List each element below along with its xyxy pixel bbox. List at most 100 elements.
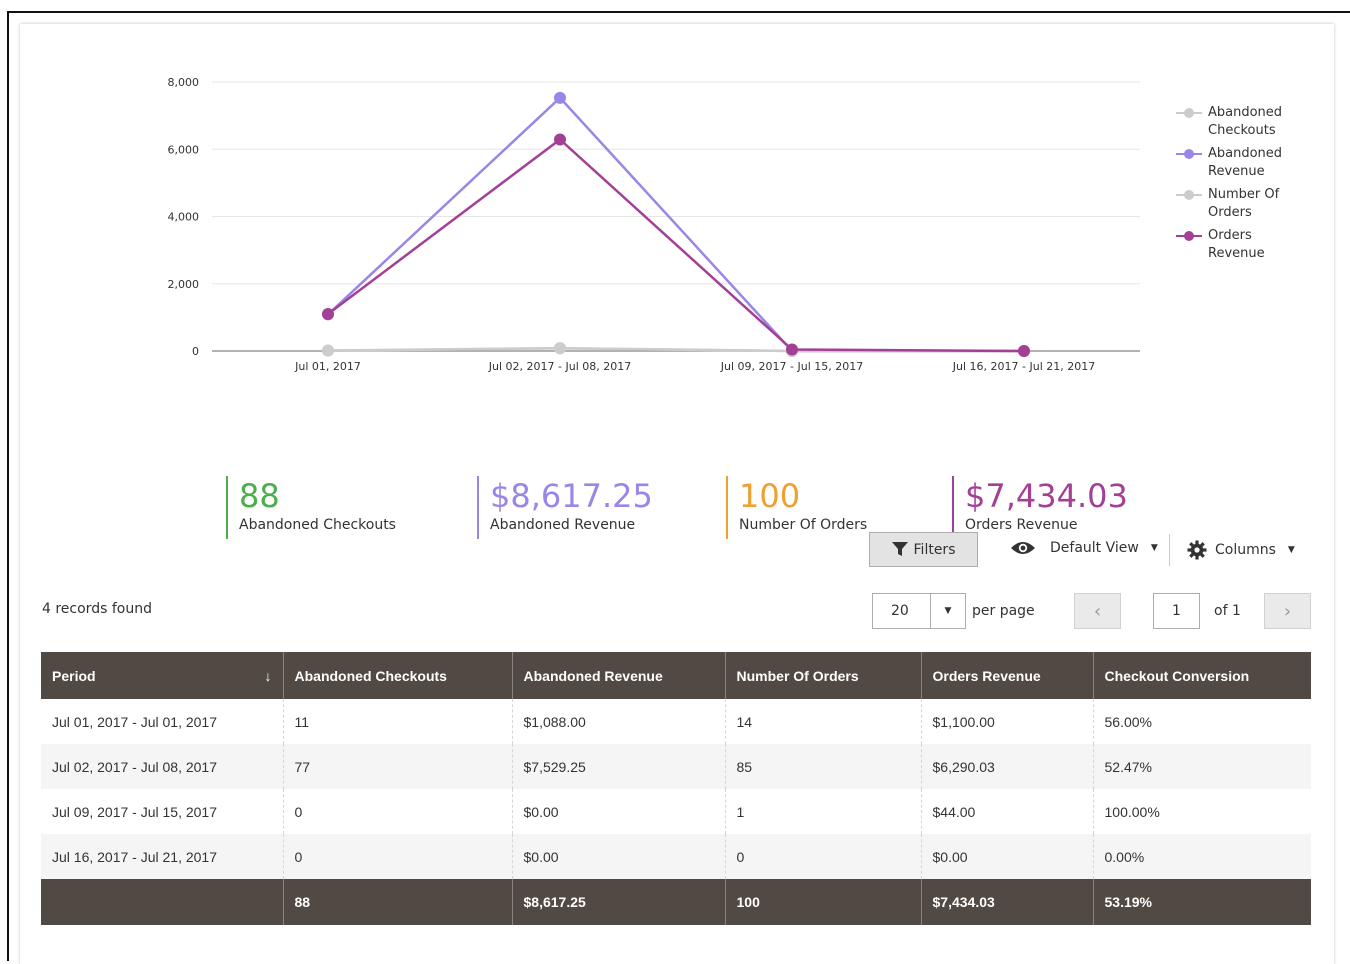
- page-count: of 1: [1214, 603, 1241, 619]
- default-view-label: Default View: [1050, 540, 1139, 556]
- x-tick-label: Jul 01, 2017: [294, 360, 361, 373]
- column-header[interactable]: Abandoned Revenue: [511, 652, 725, 699]
- y-tick-label: 2,000: [168, 278, 200, 291]
- filters-button[interactable]: Filters: [869, 532, 978, 567]
- table-cell: Jul 02, 2017 - Jul 08, 2017: [41, 744, 283, 789]
- table-cell: $6,290.03: [920, 744, 1093, 789]
- x-tick-label: Jul 09, 2017 - Jul 15, 2017: [720, 360, 863, 373]
- table-cell: $7,529.25: [511, 744, 725, 789]
- header-label: Period: [52, 667, 96, 684]
- legend-label: Orders: [1208, 228, 1252, 243]
- data-point: [1018, 345, 1030, 357]
- records-found: 4 records found: [42, 601, 152, 617]
- kpi-abandoned-checkouts: 88 Abandoned Checkouts: [226, 476, 396, 539]
- y-tick-label: 6,000: [168, 143, 200, 156]
- table-row[interactable]: Jul 09, 2017 - Jul 15, 2017 0 $0.00 1 $44.00…: [41, 789, 1311, 834]
- report-table: Period ↓ Abandoned Checkouts Abandoned Re…: [41, 652, 1311, 925]
- caret-down-icon: ▼: [1150, 543, 1158, 553]
- kpi-number-of-orders: 100 Number Of Orders: [726, 476, 867, 539]
- column-header[interactable]: Checkout Conversion: [1092, 652, 1311, 699]
- columns-dropdown[interactable]: Columns ▼: [1187, 540, 1295, 560]
- data-point: [322, 308, 334, 321]
- table-cell: Jul 09, 2017 - Jul 15, 2017: [41, 789, 283, 834]
- legend-item[interactable]: Number Of Orders: [1176, 186, 1306, 222]
- column-header[interactable]: Number Of Orders: [724, 652, 921, 699]
- legend-swatch-icon: [1176, 108, 1202, 118]
- legend-swatch-icon: [1176, 149, 1202, 159]
- default-view-dropdown[interactable]: Default View ▼: [1010, 540, 1158, 556]
- per-page-value: 20: [891, 603, 909, 619]
- kpi-label: Abandoned Checkouts: [239, 517, 396, 533]
- caret-down-icon[interactable]: ▼: [930, 594, 965, 628]
- chevron-left-icon: ‹: [1093, 600, 1102, 622]
- y-tick-label: 4,000: [168, 211, 200, 224]
- gear-icon: [1187, 540, 1207, 560]
- legend-item[interactable]: Orders Revenue: [1176, 227, 1306, 263]
- legend-label: Revenue: [1208, 246, 1265, 261]
- kpi-label: Number Of Orders: [739, 517, 868, 533]
- totals-cell: 100: [724, 879, 921, 925]
- columns-label: Columns: [1215, 542, 1276, 558]
- legend-item[interactable]: Abandoned Checkouts: [1176, 104, 1306, 140]
- prev-page-button[interactable]: ‹: [1074, 593, 1121, 629]
- x-tick-label: Jul 16, 2017 - Jul 21, 2017: [952, 360, 1095, 373]
- chevron-right-icon: ›: [1283, 600, 1292, 622]
- kpi-label: Abandoned Revenue: [490, 517, 636, 533]
- data-point: [554, 133, 566, 146]
- table-cell: 14: [724, 699, 921, 744]
- column-header[interactable]: Orders Revenue: [920, 652, 1093, 699]
- kpi-value: 88: [239, 477, 280, 515]
- series-line: [327, 137, 1025, 353]
- column-header[interactable]: Abandoned Checkouts: [282, 652, 512, 699]
- totals-cell: [41, 879, 283, 925]
- data-point: [554, 91, 566, 104]
- table-cell: 100.00%: [1092, 789, 1311, 834]
- data-point: [786, 343, 798, 356]
- table-cell: 85: [724, 744, 921, 789]
- series-line: [327, 96, 1024, 353]
- table-cell: Jul 16, 2017 - Jul 21, 2017: [41, 834, 283, 879]
- table-cell: 56.00%: [1092, 699, 1311, 744]
- kpi-orders-revenue: $7,434.03 Orders Revenue: [952, 476, 1128, 539]
- legend-label: Revenue: [1208, 164, 1265, 179]
- legend-item[interactable]: Abandoned Revenue: [1176, 145, 1306, 181]
- legend-label: Checkouts: [1208, 123, 1276, 138]
- caret-down-icon: ▼: [1287, 545, 1295, 555]
- table-row[interactable]: Jul 16, 2017 - Jul 21, 2017 0 $0.00 0 $0.00 0…: [41, 834, 1311, 879]
- page-number-input[interactable]: 1: [1153, 593, 1200, 629]
- sort-arrow-icon: ↓: [264, 667, 272, 684]
- kpi-value: $7,434.03: [965, 477, 1128, 515]
- y-tick-label: 8,000: [168, 76, 200, 89]
- table-cell: $0.00: [511, 834, 725, 879]
- table-cell: 0: [282, 834, 512, 879]
- kpi-label: Orders Revenue: [965, 517, 1078, 533]
- table-cell: 11: [282, 699, 512, 744]
- legend-label: Orders: [1208, 205, 1252, 220]
- legend-label: Abandoned: [1208, 105, 1283, 120]
- legend-label: Abandoned: [1208, 146, 1283, 161]
- next-page-button[interactable]: ›: [1264, 593, 1311, 629]
- totals-row: 88 $8,617.25 100 $7,434.03 53.19%: [41, 879, 1311, 925]
- table-cell: 0: [724, 834, 921, 879]
- table-cell: $1,088.00: [511, 699, 725, 744]
- filters-label: Filters: [913, 541, 956, 558]
- table-row[interactable]: Jul 01, 2017 - Jul 01, 2017 11 $1,088.00 14…: [41, 699, 1311, 744]
- table-row[interactable]: Jul 02, 2017 - Jul 08, 2017 77 $7,529.25 85…: [41, 744, 1311, 789]
- table-cell: 0: [282, 789, 512, 834]
- totals-cell: 88: [282, 879, 512, 925]
- legend-swatch-icon: [1176, 190, 1202, 200]
- legend-swatch-icon: [1176, 231, 1202, 241]
- per-page-select[interactable]: 20 ▼: [872, 593, 966, 629]
- table-cell: $0.00: [511, 789, 725, 834]
- table-cell: $0.00: [920, 834, 1093, 879]
- totals-cell: $8,617.25: [511, 879, 725, 925]
- table-cell: $44.00: [920, 789, 1093, 834]
- y-tick-label: 0: [192, 345, 199, 358]
- kpi-value: $8,617.25: [490, 477, 653, 515]
- eye-icon: [1011, 542, 1035, 554]
- chart-legend: Abandoned Checkouts Abandoned Revenue Number…: [1176, 104, 1306, 268]
- table-cell: Jul 01, 2017 - Jul 01, 2017: [41, 699, 283, 744]
- table-header-row: Period ↓ Abandoned Checkouts Abandoned Re…: [41, 652, 1311, 699]
- funnel-icon: [891, 542, 908, 556]
- column-header-period[interactable]: Period ↓: [41, 652, 283, 699]
